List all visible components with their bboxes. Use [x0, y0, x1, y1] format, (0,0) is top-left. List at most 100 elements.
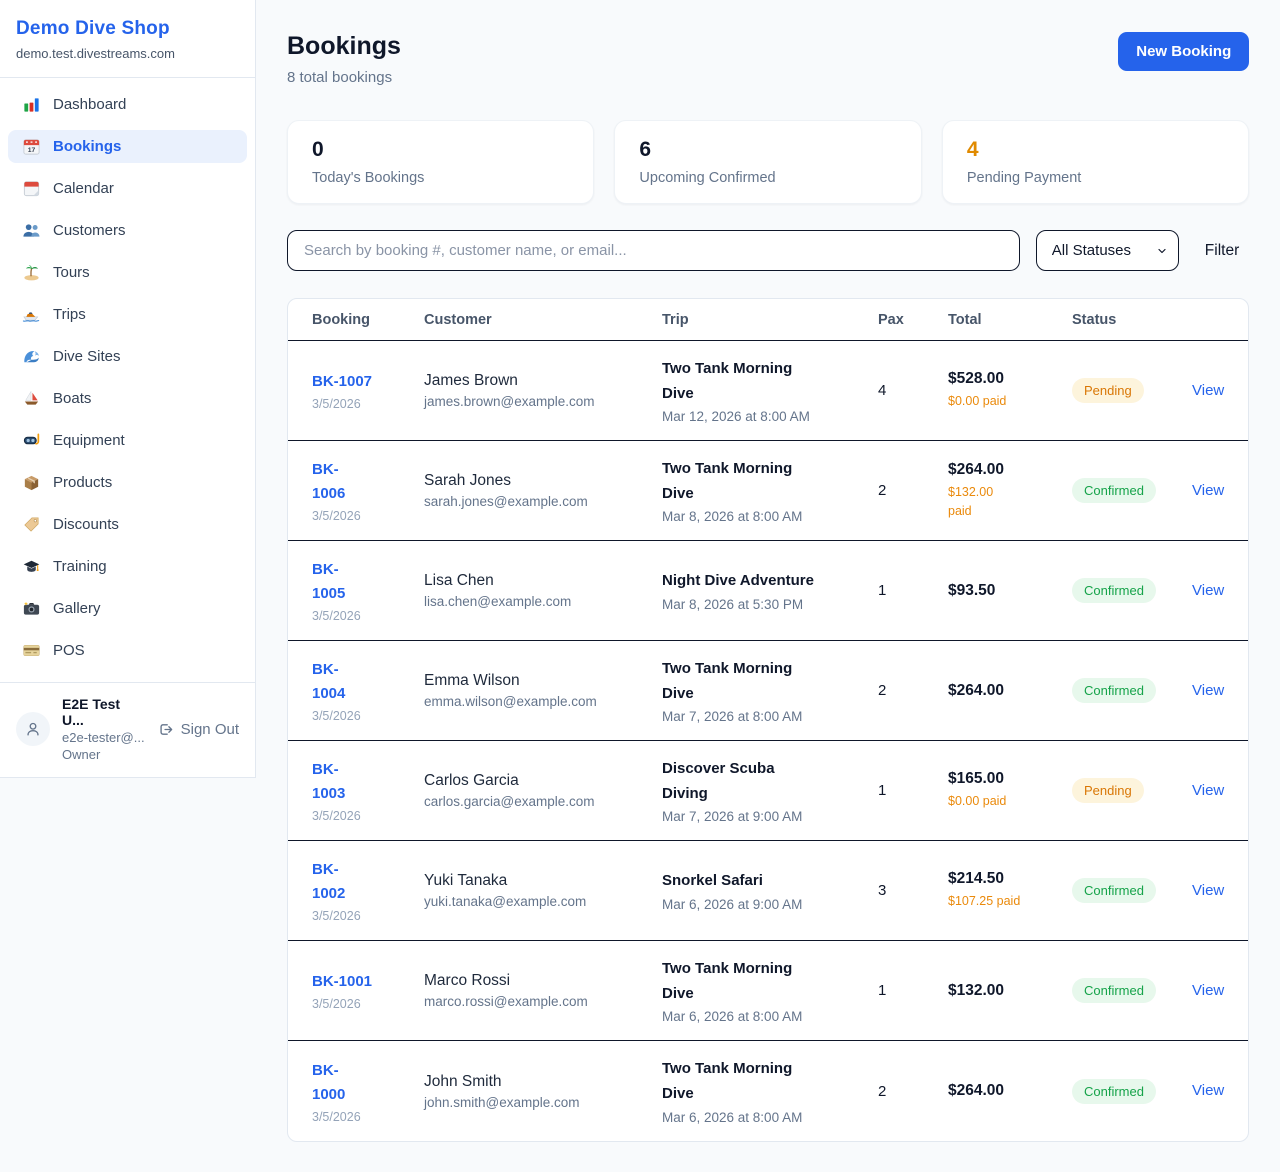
tear-off-calendar-icon [22, 179, 41, 198]
customer-email: yuki.tanaka@example.com [424, 894, 662, 909]
sidebar-item-training[interactable]: Training [8, 550, 247, 583]
trip-name: Two Tank Morning Dive [662, 457, 878, 507]
pax-count: 2 [878, 482, 948, 499]
booking-id-link[interactable]: BK- 1005 [312, 558, 424, 606]
view-link[interactable]: View [1192, 682, 1224, 699]
stat-value: 4 [967, 138, 1224, 162]
user-email: e2e-tester@... [62, 730, 145, 745]
total-amount: $132.00 [948, 982, 1072, 1000]
total-amount: $165.00 [948, 770, 1072, 788]
column-header-pax: Pax [878, 312, 948, 328]
calendar-date-icon: 17 [22, 137, 41, 156]
sidebar-item-products[interactable]: Products [8, 466, 247, 499]
table-row: BK- 1002 3/5/2026 Yuki Tanaka yuki.tanak… [288, 841, 1248, 941]
trip-name: Two Tank Morning Dive [662, 957, 878, 1007]
paid-amount: $0.00 paid [948, 392, 1072, 411]
sidebar-item-bookings[interactable]: 17 Bookings [8, 130, 247, 163]
sidebar-item-label: Dashboard [53, 96, 126, 113]
pax-count: 1 [878, 982, 948, 999]
table-row: BK-1007 3/5/2026 James Brown james.brown… [288, 341, 1248, 441]
trip-datetime: Mar 6, 2026 at 8:00 AM [662, 1009, 878, 1024]
customer-name: James Brown [424, 372, 662, 390]
booking-id-link[interactable]: BK-1007 [312, 370, 424, 394]
sidebar-item-label: Boats [53, 390, 91, 407]
view-link[interactable]: View [1192, 1082, 1224, 1099]
sidebar-item-gallery[interactable]: Gallery [8, 592, 247, 625]
search-input[interactable] [287, 230, 1020, 271]
view-link[interactable]: View [1192, 982, 1224, 999]
booking-date: 3/5/2026 [312, 509, 424, 523]
view-link[interactable]: View [1192, 582, 1224, 599]
sidebar-item-dive-sites[interactable]: Dive Sites [8, 340, 247, 373]
booking-date: 3/5/2026 [312, 609, 424, 623]
stat-label: Upcoming Confirmed [639, 170, 896, 186]
total-amount: $264.00 [948, 682, 1072, 700]
sidebar-item-boats[interactable]: Boats [8, 382, 247, 415]
customer-name: John Smith [424, 1073, 662, 1091]
customer-name: Yuki Tanaka [424, 872, 662, 890]
booking-date: 3/5/2026 [312, 1110, 424, 1124]
sidebar-item-equipment[interactable]: Equipment [8, 424, 247, 457]
paid-amount: $0.00 paid [948, 792, 1072, 811]
booking-id-link[interactable]: BK- 1002 [312, 858, 424, 906]
view-link[interactable]: View [1192, 782, 1224, 799]
status-filter-select[interactable]: All Statuses [1036, 230, 1179, 271]
sidebar-item-tours[interactable]: Tours [8, 256, 247, 289]
view-link[interactable]: View [1192, 382, 1224, 399]
sidebar-item-label: POS [53, 642, 85, 659]
page-subtitle: 8 total bookings [287, 69, 401, 86]
sidebar-item-trips[interactable]: Trips [8, 298, 247, 331]
booking-date: 3/5/2026 [312, 909, 424, 923]
sidebar-item-label: Products [53, 474, 112, 491]
table-row: BK- 1000 3/5/2026 John Smith john.smith@… [288, 1041, 1248, 1141]
customer-email: marco.rossi@example.com [424, 994, 662, 1009]
graduation-cap-icon [22, 557, 41, 576]
booking-id-link[interactable]: BK-1001 [312, 970, 424, 994]
customer-name: Marco Rossi [424, 972, 662, 990]
trip-name: Two Tank Morning Dive [662, 357, 878, 407]
booking-id-link[interactable]: BK- 1006 [312, 458, 424, 506]
booking-id-link[interactable]: BK- 1000 [312, 1059, 424, 1107]
customer-name: Sarah Jones [424, 472, 662, 490]
pax-count: 4 [878, 382, 948, 399]
booking-date: 3/5/2026 [312, 997, 424, 1011]
user-name: E2E Test U... [62, 696, 145, 728]
sidebar-item-label: Bookings [53, 138, 121, 155]
sidebar-item-customers[interactable]: Customers [8, 214, 247, 247]
customer-email: sarah.jones@example.com [424, 494, 662, 509]
sidebar-item-dashboard[interactable]: Dashboard [8, 88, 247, 121]
booking-id-link[interactable]: BK- 1003 [312, 758, 424, 806]
page-title: Bookings [287, 32, 401, 61]
sidebar-item-pos[interactable]: POS [8, 634, 247, 667]
view-link[interactable]: View [1192, 882, 1224, 899]
column-header-status: Status [1072, 312, 1192, 328]
trip-datetime: Mar 6, 2026 at 8:00 AM [662, 1110, 878, 1125]
view-link[interactable]: View [1192, 482, 1224, 499]
sign-out-button[interactable]: Sign Out [157, 721, 239, 738]
sidebar-item-label: Trips [53, 306, 86, 323]
people-icon [22, 221, 41, 240]
stat-card: 6 Upcoming Confirmed [614, 120, 921, 204]
table-body: BK-1007 3/5/2026 James Brown james.brown… [288, 341, 1248, 1141]
booking-id-link[interactable]: BK- 1004 [312, 658, 424, 706]
column-header-customer: Customer [424, 312, 662, 328]
total-amount: $264.00 [948, 1082, 1072, 1100]
stats-row: 0 Today's Bookings 6 Upcoming Confirmed … [287, 120, 1249, 204]
stat-value: 0 [312, 138, 569, 162]
table-header-row: BookingCustomerTripPaxTotalStatus [288, 299, 1248, 341]
stat-label: Today's Bookings [312, 170, 569, 186]
filter-button[interactable]: Filter [1195, 236, 1249, 266]
sidebar-item-calendar[interactable]: Calendar [8, 172, 247, 205]
sidebar-item-discounts[interactable]: Discounts [8, 508, 247, 541]
total-amount: $528.00 [948, 370, 1072, 388]
water-wave-icon [22, 347, 41, 366]
new-booking-button[interactable]: New Booking [1118, 32, 1249, 71]
main-content: Bookings 8 total bookings New Booking 0 … [256, 0, 1280, 1172]
pax-count: 3 [878, 882, 948, 899]
trip-name: Snorkel Safari [662, 869, 878, 894]
total-amount: $214.50 [948, 870, 1072, 888]
sidebar-item-label: Dive Sites [53, 348, 121, 365]
status-badge: Pending [1072, 378, 1144, 403]
table-row: BK- 1003 3/5/2026 Carlos Garcia carlos.g… [288, 741, 1248, 841]
column-header-booking: Booking [312, 312, 424, 328]
